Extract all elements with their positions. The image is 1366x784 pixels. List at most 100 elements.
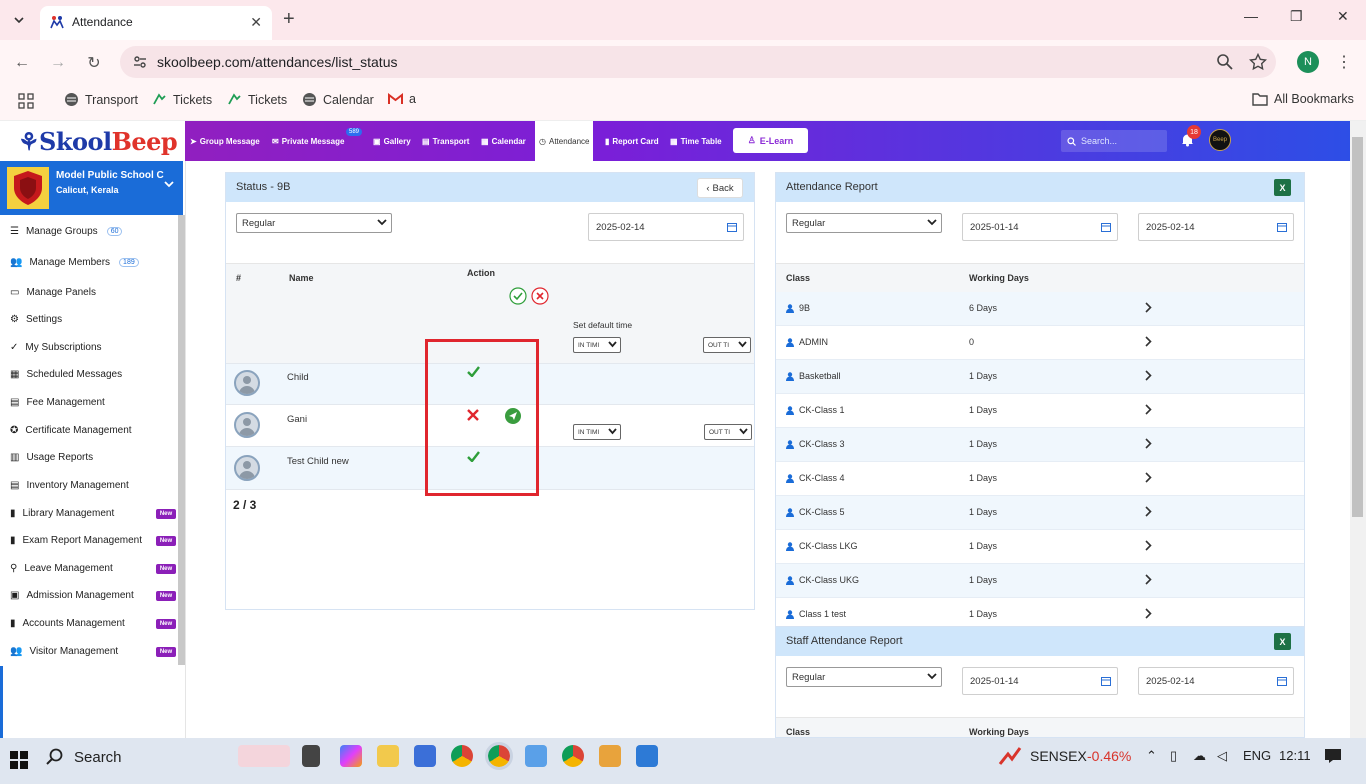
nav-gallery[interactable]: ▣ Gallery — [373, 121, 411, 161]
tab-close-icon[interactable]: ✕ — [250, 14, 262, 31]
sidebar-item-fee-management[interactable]: ▤ Fee Management — [10, 397, 105, 408]
bookmark-star-icon[interactable] — [1249, 53, 1267, 71]
report-row[interactable]: Class 1 test 1 Days — [776, 598, 1304, 626]
report-type-select[interactable]: Regular — [786, 213, 942, 233]
out-time-select[interactable]: OUT TI — [704, 424, 752, 440]
bookmark-tickets-2[interactable]: Tickets — [227, 92, 287, 107]
report-to-date[interactable]: 2025-02-14 — [1138, 213, 1294, 241]
excel-export-icon[interactable]: X — [1274, 633, 1291, 650]
site-settings-icon[interactable] — [132, 54, 148, 70]
browser-menu-icon[interactable]: ⋮ — [1336, 52, 1352, 72]
sidebar-scrollbar[interactable] — [178, 215, 185, 665]
browser-tab-attendance[interactable]: Attendance ✕ — [40, 6, 272, 40]
clock-time[interactable]: 12:11 — [1279, 748, 1311, 763]
page-scrollbar-thumb[interactable] — [1352, 137, 1363, 517]
default-in-time-select[interactable]: IN TIMI — [573, 337, 621, 353]
nav-group-message[interactable]: ➤ Group Message — [190, 121, 260, 161]
sidebar-item-library-management[interactable]: ▮ Library Management — [10, 508, 114, 519]
all-bookmarks[interactable]: All Bookmarks — [1252, 92, 1354, 106]
tab-search-dropdown[interactable] — [8, 9, 30, 31]
forward-arrow-icon[interactable]: → — [47, 52, 69, 74]
sidebar-item-usage-reports[interactable]: ▥ Usage Reports — [10, 452, 93, 463]
school-selector[interactable]: Model Public School C Calicut, Kerala — [0, 161, 183, 215]
tray-chevron-icon[interactable]: ⌃ — [1146, 748, 1157, 764]
widget-birds-icon[interactable] — [238, 745, 290, 767]
notepad-icon[interactable] — [525, 745, 547, 767]
copilot-icon[interactable] — [340, 745, 362, 767]
sidebar-item-inventory-management[interactable]: ▤ Inventory Management — [10, 480, 129, 491]
bookmark-calendar[interactable]: Calendar — [302, 92, 374, 107]
file-explorer-icon[interactable] — [377, 745, 399, 767]
zoom-icon[interactable] — [1216, 53, 1234, 71]
taskbar-search[interactable]: Search — [46, 748, 122, 766]
page-scrollbar[interactable] — [1350, 121, 1366, 738]
mark-all-present-icon[interactable] — [509, 287, 527, 305]
report-row[interactable]: ADMIN 0 — [776, 326, 1304, 360]
sidebar-item-admission-management[interactable]: ▣ Admission Management — [10, 590, 134, 601]
sidebar-item-scheduled-messages[interactable]: ▦ Scheduled Messages — [10, 369, 122, 380]
default-out-time-select[interactable]: OUT TI — [703, 337, 751, 353]
sidebar-item-exam-report-management[interactable]: ▮ Exam Report Management — [10, 535, 142, 546]
attendance-type-select[interactable]: Regular — [236, 213, 392, 233]
skoolbeep-logo[interactable]: ⚘SkoolBeep — [18, 127, 178, 156]
nav-transport[interactable]: ▤ Transport — [422, 121, 469, 161]
mark-all-absent-icon[interactable] — [531, 287, 549, 305]
nav-private-message[interactable]: ✉ Private Message — [272, 121, 344, 161]
report-row[interactable]: CK-Class 5 1 Days — [776, 496, 1304, 530]
bookmark-gmail[interactable]: a — [388, 92, 416, 106]
sidebar-item-certificate-management[interactable]: ✪ Certificate Management — [10, 425, 132, 436]
report-row[interactable]: CK-Class 1 1 Days — [776, 394, 1304, 428]
app-search-input[interactable]: Search... — [1061, 130, 1167, 152]
nav-report-card[interactable]: ▮ Report Card — [605, 121, 659, 161]
window-close-icon[interactable]: ✕ — [1337, 8, 1349, 25]
bookmark-tickets-1[interactable]: Tickets — [152, 92, 212, 107]
elearn-button[interactable]: ♙ E-Learn — [733, 128, 808, 153]
report-from-date[interactable]: 2025-01-14 — [962, 213, 1118, 241]
paint-icon[interactable] — [599, 745, 621, 767]
sidebar-item-accounts-management[interactable]: ▮ Accounts Management — [10, 618, 125, 629]
address-bar[interactable]: skoolbeep.com/attendances/list_status — [120, 46, 1276, 78]
back-arrow-icon[interactable]: ← — [11, 52, 33, 74]
photos-icon[interactable] — [636, 745, 658, 767]
sidebar-item-manage-panels[interactable]: ▭ Manage Panels — [10, 287, 96, 298]
volume-icon[interactable]: ◁ — [1217, 748, 1227, 764]
report-row[interactable]: Basketball 1 Days — [776, 360, 1304, 394]
excel-export-icon[interactable]: X — [1274, 179, 1291, 196]
bookmark-transport[interactable]: Transport — [64, 92, 138, 107]
reload-icon[interactable]: ↻ — [83, 52, 105, 74]
nav-attendance[interactable]: ◷ Attendance — [535, 121, 594, 161]
back-button[interactable]: ‹ Back — [697, 178, 743, 198]
user-avatar[interactable]: Beep — [1209, 129, 1231, 151]
weather-cloud-icon[interactable]: ☁ — [1193, 748, 1206, 764]
sidebar-item-manage-groups[interactable]: ☰ Manage Groups 60 — [10, 226, 123, 237]
report-row[interactable]: 9B 6 Days — [776, 292, 1304, 326]
report-row[interactable]: CK-Class 4 1 Days — [776, 462, 1304, 496]
task-view-icon[interactable] — [302, 745, 320, 767]
chrome-icon[interactable] — [451, 745, 473, 767]
new-tab-button[interactable]: + — [283, 9, 295, 29]
nav-calendar[interactable]: ▦ Calendar — [481, 121, 526, 161]
sidebar-item-settings[interactable]: ⚙ Settings — [10, 314, 62, 325]
ticker-name[interactable]: SENSEX — [1030, 748, 1087, 764]
report-row[interactable]: CK-Class UKG 1 Days — [776, 564, 1304, 598]
in-time-select[interactable]: IN TIMI — [573, 424, 621, 440]
store-icon[interactable] — [414, 745, 436, 767]
nav-time-table[interactable]: ▦ Time Table — [670, 121, 722, 161]
staff-type-select[interactable]: Regular — [786, 667, 942, 687]
staff-from-date[interactable]: 2025-01-14 — [962, 667, 1118, 695]
language-indicator[interactable]: ENG — [1243, 748, 1271, 763]
staff-to-date[interactable]: 2025-02-14 — [1138, 667, 1294, 695]
sidebar-item-my-subscriptions[interactable]: ✓ My Subscriptions — [10, 342, 102, 353]
sidebar-item-manage-members[interactable]: 👥 Manage Members 189 — [10, 257, 139, 268]
profile-avatar[interactable]: N — [1297, 51, 1319, 73]
sidebar-item-leave-management[interactable]: ⚲ Leave Management — [10, 563, 113, 574]
restore-icon[interactable]: ❐ — [1290, 8, 1303, 25]
minimize-icon[interactable]: — — [1244, 8, 1258, 24]
notification-center-icon[interactable] — [1324, 748, 1342, 764]
chrome-active-icon[interactable] — [485, 742, 513, 770]
chrome-profile-icon[interactable] — [562, 745, 584, 767]
status-date-input[interactable]: 2025-02-14 — [588, 213, 744, 241]
apps-grid-icon[interactable] — [18, 93, 34, 109]
report-row[interactable]: CK-Class LKG 1 Days — [776, 530, 1304, 564]
tray-device-icon[interactable]: ▯ — [1170, 748, 1177, 764]
